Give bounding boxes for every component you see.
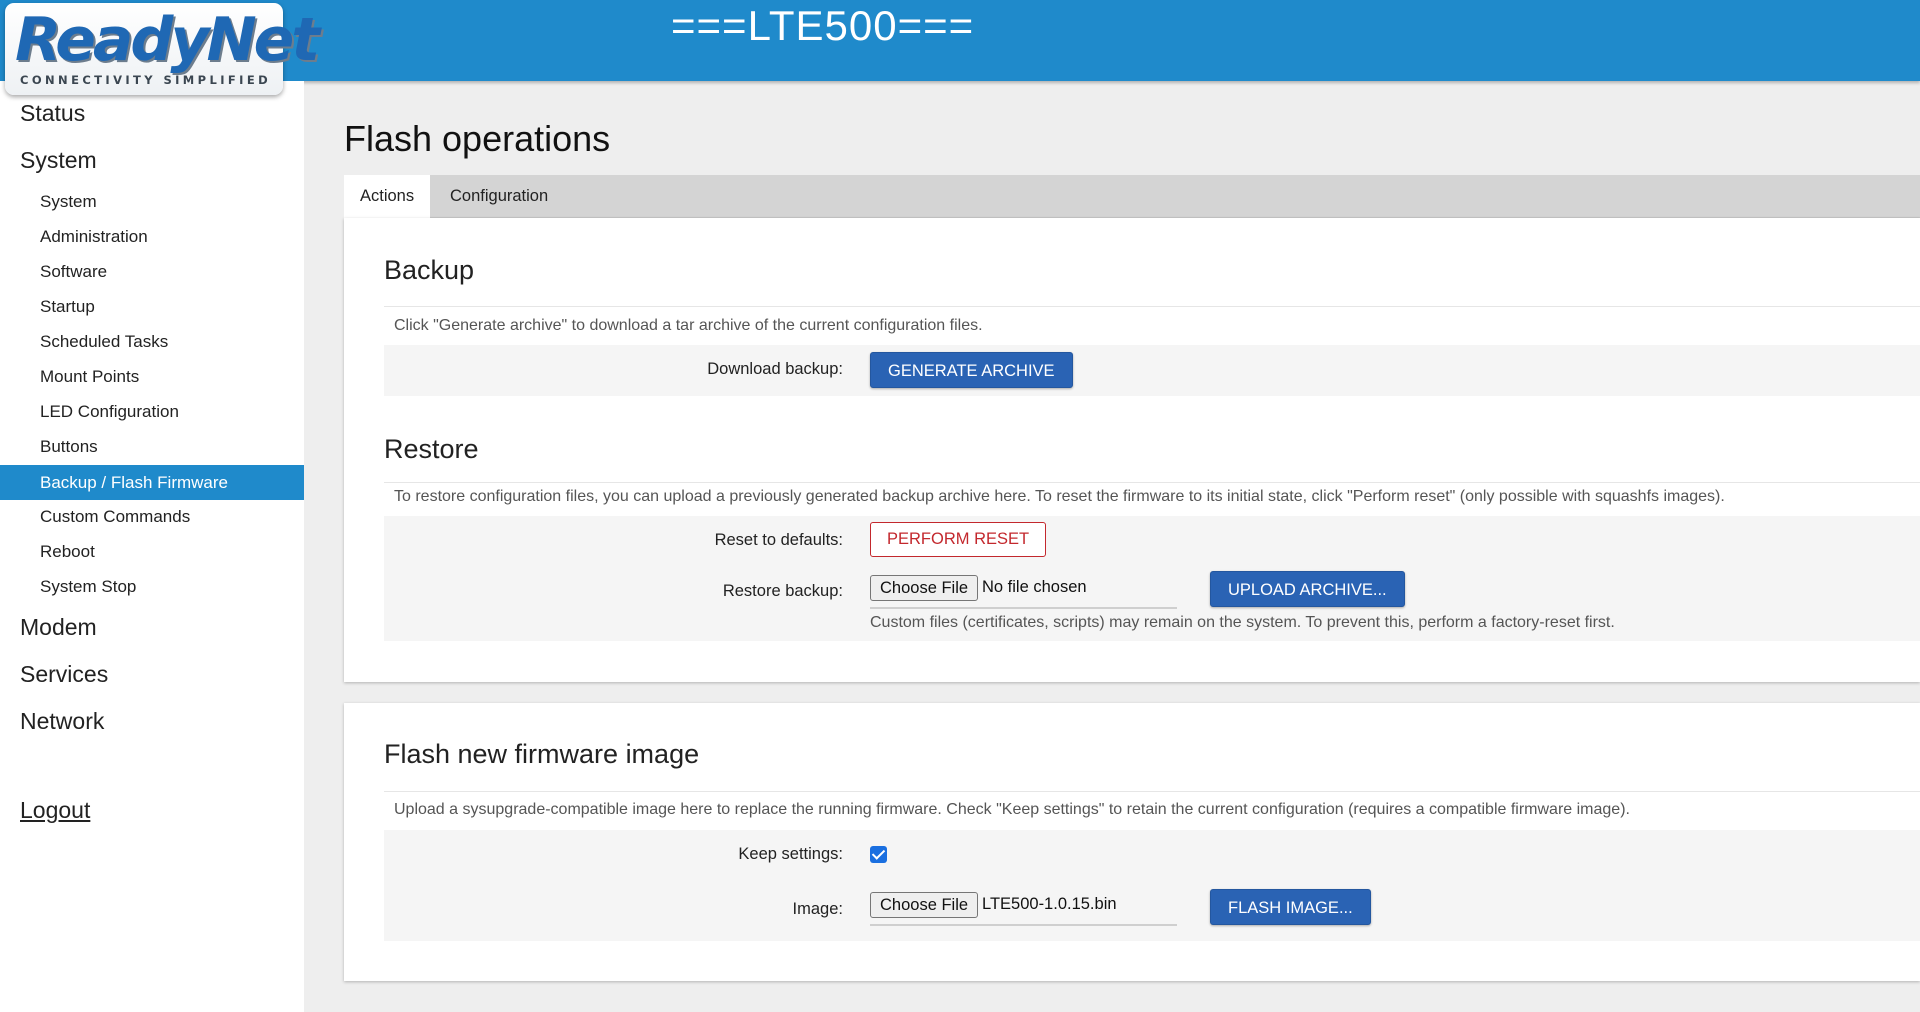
sidebar-item-backup-flash-firmware[interactable]: Backup / Flash Firmware bbox=[0, 465, 304, 500]
download-backup-label: Download backup: bbox=[707, 360, 843, 378]
backup-divider bbox=[384, 306, 1920, 307]
image-label: Image: bbox=[792, 900, 843, 918]
device-title: ===LTE500=== bbox=[671, 2, 975, 49]
flash-image-button[interactable]: FLASH IMAGE... bbox=[1210, 889, 1371, 925]
sidebar-item-system-stop[interactable]: System Stop bbox=[0, 569, 304, 604]
sidebar-item-administration[interactable]: Administration bbox=[0, 219, 304, 254]
sidebar-item-custom-commands[interactable]: Custom Commands bbox=[0, 499, 304, 534]
nav-modem[interactable]: Modem bbox=[20, 614, 97, 641]
logo-wordmark: ReadyNet bbox=[15, 5, 320, 75]
choose-image-file-button[interactable]: Choose File bbox=[870, 892, 979, 918]
restore-rows: Reset to defaults: PERFORM RESET Restore… bbox=[384, 516, 1920, 641]
keep-settings-checkbox[interactable] bbox=[870, 846, 887, 863]
sidebar-item-scheduled-tasks[interactable]: Scheduled Tasks bbox=[0, 324, 304, 359]
nav-services[interactable]: Services bbox=[20, 661, 108, 688]
sidebar-item-software[interactable]: Software bbox=[0, 254, 304, 289]
logout-link[interactable]: Logout bbox=[20, 797, 90, 824]
flash-section-title: Flash new firmware image bbox=[384, 739, 700, 769]
nav-network[interactable]: Network bbox=[20, 708, 104, 735]
sidebar-item-buttons[interactable]: Buttons bbox=[0, 429, 304, 464]
flash-description: Upload a sysupgrade-compatible image her… bbox=[394, 801, 1630, 818]
flash-firmware-panel: Flash new firmware image Upload a sysupg… bbox=[344, 703, 1920, 981]
nav-system[interactable]: System bbox=[20, 147, 97, 174]
restore-file-input[interactable]: Choose File No file chosen bbox=[870, 573, 1177, 609]
upload-archive-button[interactable]: UPLOAD ARCHIVE... bbox=[1210, 571, 1405, 607]
tab-actions[interactable]: Actions bbox=[344, 175, 431, 219]
sidebar-item-led-configuration[interactable]: LED Configuration bbox=[0, 394, 304, 429]
logo-tagline: CONNECTIVITY SIMPLIFIED bbox=[20, 73, 272, 87]
sidebar-item-reboot[interactable]: Reboot bbox=[0, 534, 304, 569]
nav-status[interactable]: Status bbox=[20, 100, 85, 127]
tab-configuration[interactable]: Configuration bbox=[434, 175, 564, 218]
choose-file-button[interactable]: Choose File bbox=[870, 575, 979, 601]
backup-row: Download backup: GENERATE ARCHIVE bbox=[384, 345, 1920, 396]
backup-restore-panel: Backup Click "Generate archive" to downl… bbox=[344, 218, 1920, 682]
sidebar: Status System System Administration Soft… bbox=[0, 81, 304, 1012]
flash-rows: Keep settings: Image: Choose File LTE500… bbox=[384, 830, 1920, 941]
backup-description: Click "Generate archive" to download a t… bbox=[394, 317, 983, 334]
page-title: Flash operations bbox=[344, 118, 611, 159]
sidebar-item-startup[interactable]: Startup bbox=[0, 289, 304, 324]
tab-bar: Actions Configuration bbox=[344, 175, 1920, 219]
restore-note: Custom files (certificates, scripts) may… bbox=[870, 614, 1615, 631]
image-file-input[interactable]: Choose File LTE500-1.0.15.bin bbox=[870, 890, 1177, 926]
reset-defaults-label: Reset to defaults: bbox=[714, 531, 843, 549]
restore-description: To restore configuration files, you can … bbox=[394, 488, 1725, 505]
flash-divider bbox=[384, 791, 1920, 792]
keep-settings-label: Keep settings: bbox=[738, 845, 843, 863]
sidebar-item-system[interactable]: System bbox=[0, 184, 304, 219]
restore-divider bbox=[384, 482, 1920, 483]
generate-archive-button[interactable]: GENERATE ARCHIVE bbox=[870, 352, 1073, 388]
restore-file-name: No file chosen bbox=[982, 578, 1087, 596]
backup-section-title: Backup bbox=[384, 255, 475, 285]
restore-backup-label: Restore backup: bbox=[722, 582, 843, 600]
image-file-name: LTE500-1.0.15.bin bbox=[982, 895, 1117, 913]
sidebar-item-mount-points[interactable]: Mount Points bbox=[0, 359, 304, 394]
perform-reset-button[interactable]: PERFORM RESET bbox=[870, 522, 1047, 557]
readynet-logo[interactable]: ReadyNet CONNECTIVITY SIMPLIFIED bbox=[5, 3, 320, 95]
restore-section-title: Restore bbox=[384, 434, 479, 464]
